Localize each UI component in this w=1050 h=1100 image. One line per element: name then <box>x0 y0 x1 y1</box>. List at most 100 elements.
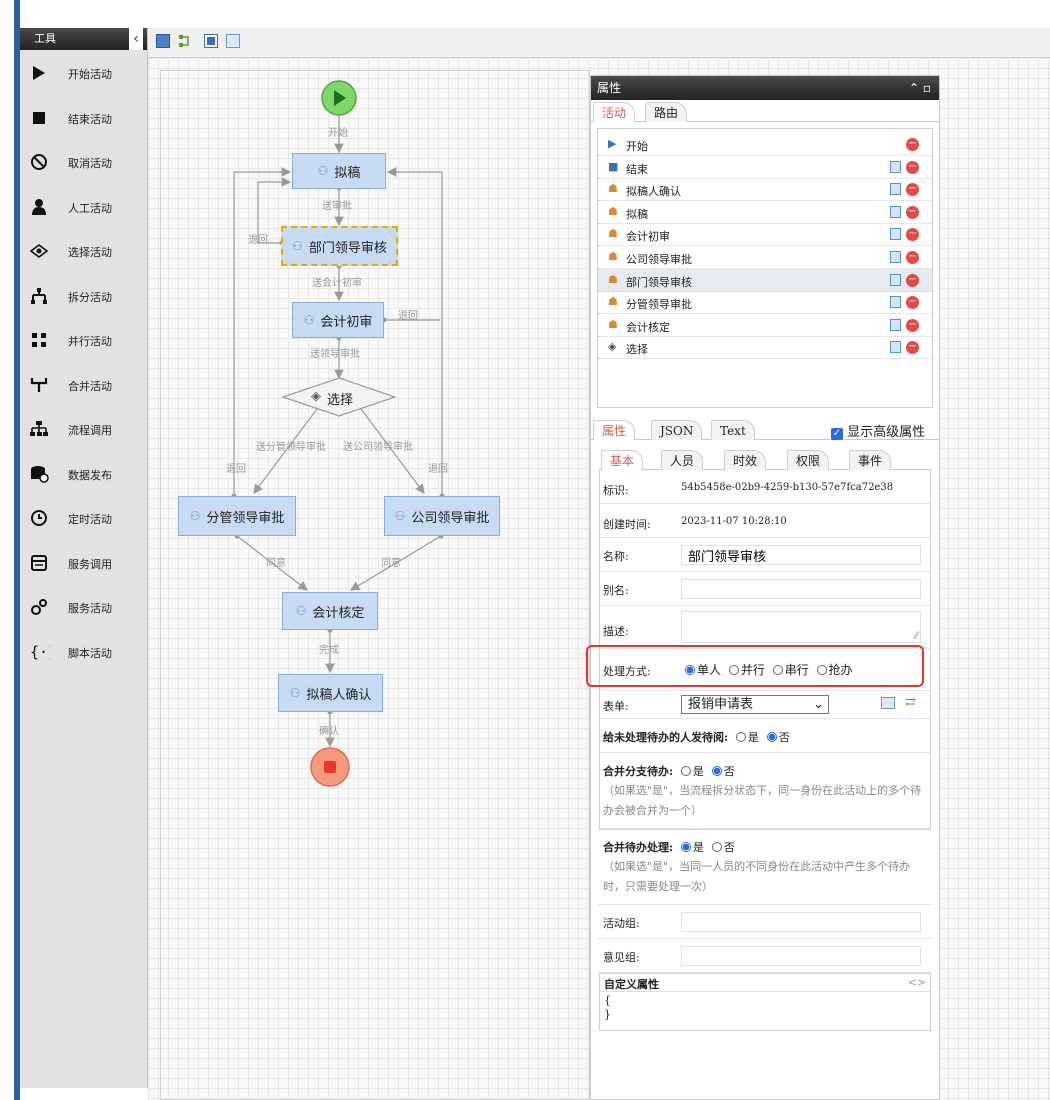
person-icon: ⚇ <box>317 164 329 178</box>
tab-text[interactable]: Text <box>711 420 755 440</box>
chevron-down-icon: ⌄ <box>813 697 824 712</box>
form-select[interactable]: 报销申请表 ⌄ <box>681 695 829 714</box>
copy-icon[interactable] <box>890 251 901 263</box>
activity-row[interactable]: ☗ 拟稿人确认 − <box>598 178 932 202</box>
activity-row[interactable]: ◈ 选择 − <box>598 336 932 360</box>
radio-merge-pending-no[interactable] <box>711 842 722 852</box>
copy-icon[interactable] <box>890 318 901 331</box>
radio-pending-no[interactable] <box>766 732 777 742</box>
custom-properties: 自定义属性 <> { } <box>599 973 931 1031</box>
person-icon: ☗ <box>608 227 618 241</box>
activity-group-input[interactable] <box>681 912 921 932</box>
opinion-group-input[interactable] <box>681 946 921 966</box>
code-icon[interactable]: <> <box>908 976 926 989</box>
delete-icon[interactable]: − <box>906 228 919 242</box>
tab-timing[interactable]: 时效 <box>724 450 767 470</box>
highlight-box <box>586 645 924 687</box>
id-label: 标识: <box>603 484 629 497</box>
radio-pending-yes[interactable] <box>735 732 746 742</box>
delete-icon[interactable]: − <box>906 205 919 219</box>
activity-row[interactable]: ■ 结束 − <box>598 156 932 179</box>
properties-header: 属性 ⌃ ▫ <box>591 76 939 100</box>
copy-icon[interactable] <box>890 296 901 309</box>
radio-merge-pending-yes[interactable] <box>680 842 691 852</box>
alias-input[interactable] <box>681 579 921 599</box>
node-acc-final[interactable]: ⚇ 会计核定 <box>282 592 378 630</box>
activity-row[interactable]: ☗ 分管领导审批 − <box>598 291 932 315</box>
checkbox-checked-icon[interactable]: ✓ <box>831 428 843 440</box>
field-alias: 别名: <box>599 574 931 606</box>
activity-row[interactable]: ☗ 会计初审 − <box>598 223 932 247</box>
flow-label: 退回 <box>226 464 246 475</box>
tab-routes[interactable]: 路由 <box>645 102 688 122</box>
delete-icon[interactable]: − <box>906 160 919 174</box>
field-merge-branch: 合并分支待办: 是 否 （如果选"是"，当流程拆分状态下，同一身份在此活动上的多… <box>599 755 931 829</box>
radio-merge-branch-yes[interactable] <box>680 766 691 776</box>
tab-permissions[interactable]: 权限 <box>787 450 830 470</box>
tab-people[interactable]: 人员 <box>661 450 704 470</box>
delete-icon[interactable]: − <box>906 183 919 197</box>
delete-icon[interactable]: − <box>906 138 919 151</box>
copy-icon[interactable] <box>890 183 901 196</box>
node-label: 会计核定 <box>312 605 365 621</box>
activity-name: 会计核定 <box>626 320 670 334</box>
properties-title: 属性 <box>597 81 622 95</box>
person-icon: ☗ <box>608 272 618 286</box>
refresh-icon[interactable]: ⇄ <box>905 695 916 710</box>
flow-label: 送分管领导审批 <box>256 442 326 453</box>
json-open-brace: { <box>604 994 611 1007</box>
node-draft[interactable]: ⚇ 拟稿 <box>292 153 386 189</box>
field-description: 描述: ⁄⁄ <box>599 607 931 649</box>
activity-name: 公司领导审批 <box>626 253 692 266</box>
activity-row[interactable]: ▶ 开始 − <box>598 133 932 156</box>
resize-handle-icon[interactable]: ⁄⁄ <box>915 631 918 642</box>
radio-merge-branch-no[interactable] <box>711 766 722 776</box>
merge-branch-note: （如果选"是"，当流程拆分状态下，同一身份在此活动上的多个待办会被合并为一个） <box>603 784 922 817</box>
merge-pending-label: 合并待办处理: <box>603 841 674 854</box>
field-pending-notify: 给未处理待办的人发待阅: 是 否 <box>599 721 931 753</box>
tab-activities[interactable]: 活动 <box>593 102 636 122</box>
node-dept[interactable]: ⚇ 部门领导审核 <box>281 226 398 266</box>
property-format-tabs: 属性 JSON Text ✓ 显示高级属性 <box>591 418 939 440</box>
activity-name: 拟稿 <box>626 207 648 221</box>
tab-properties[interactable]: 属性 <box>593 420 636 440</box>
copy-icon[interactable] <box>890 205 901 218</box>
node-branch[interactable]: ⚇ 分管领导审批 <box>178 496 296 536</box>
copy-icon[interactable] <box>890 341 901 354</box>
copy-icon[interactable] <box>890 228 901 241</box>
node-label: 公司领导审批 <box>411 510 490 526</box>
activity-row[interactable]: ☗ 拟稿 − <box>598 201 932 224</box>
copy-icon[interactable] <box>890 160 901 173</box>
custom-properties-editor[interactable]: { } <box>600 992 930 1024</box>
form-preview-icon[interactable] <box>881 697 895 709</box>
delete-icon[interactable]: − <box>906 296 919 310</box>
copy-icon[interactable] <box>890 273 901 286</box>
activity-name: 拟稿人确认 <box>626 185 681 199</box>
delete-icon[interactable]: − <box>906 251 919 264</box>
name-input[interactable] <box>681 545 921 565</box>
delete-icon[interactable]: − <box>906 341 919 355</box>
activity-row[interactable]: ☗ 公司领导审批 − <box>598 246 932 269</box>
node-company[interactable]: ⚇ 公司领导审批 <box>384 496 500 536</box>
collapse-up-icon[interactable]: ⌃ ▫ <box>909 76 931 100</box>
person-icon: ⚇ <box>289 686 301 700</box>
node-acc-first[interactable]: ⚇ 会计初审 <box>292 302 384 338</box>
advanced-toggle[interactable]: ✓ 显示高级属性 <box>831 421 925 440</box>
activity-row[interactable]: ☗ 部门领导审核 − <box>598 268 932 292</box>
flow-label: 完成 <box>319 645 339 656</box>
activity-row[interactable]: ☗ 会计核定 − <box>598 314 932 337</box>
delete-icon[interactable]: − <box>906 273 919 287</box>
form-label: 表单: <box>603 700 629 713</box>
form-select-value: 报销申请表 <box>688 697 754 712</box>
description-textarea[interactable]: ⁄⁄ <box>681 611 921 643</box>
person-icon: ☗ <box>608 295 618 309</box>
tab-basic[interactable]: 基本 <box>601 450 644 470</box>
stop-icon: ■ <box>608 159 619 173</box>
option-label: 是 <box>747 731 759 744</box>
field-id: 标识: 54b5458e-02b9-4259-b130-57e7fca72e38 <box>599 474 931 504</box>
option-label: 是 <box>692 765 704 778</box>
tab-json[interactable]: JSON <box>651 420 703 440</box>
node-confirm[interactable]: ⚇ 拟稿人确认 <box>278 674 383 712</box>
delete-icon[interactable]: − <box>906 318 919 332</box>
tab-events[interactable]: 事件 <box>849 450 892 470</box>
